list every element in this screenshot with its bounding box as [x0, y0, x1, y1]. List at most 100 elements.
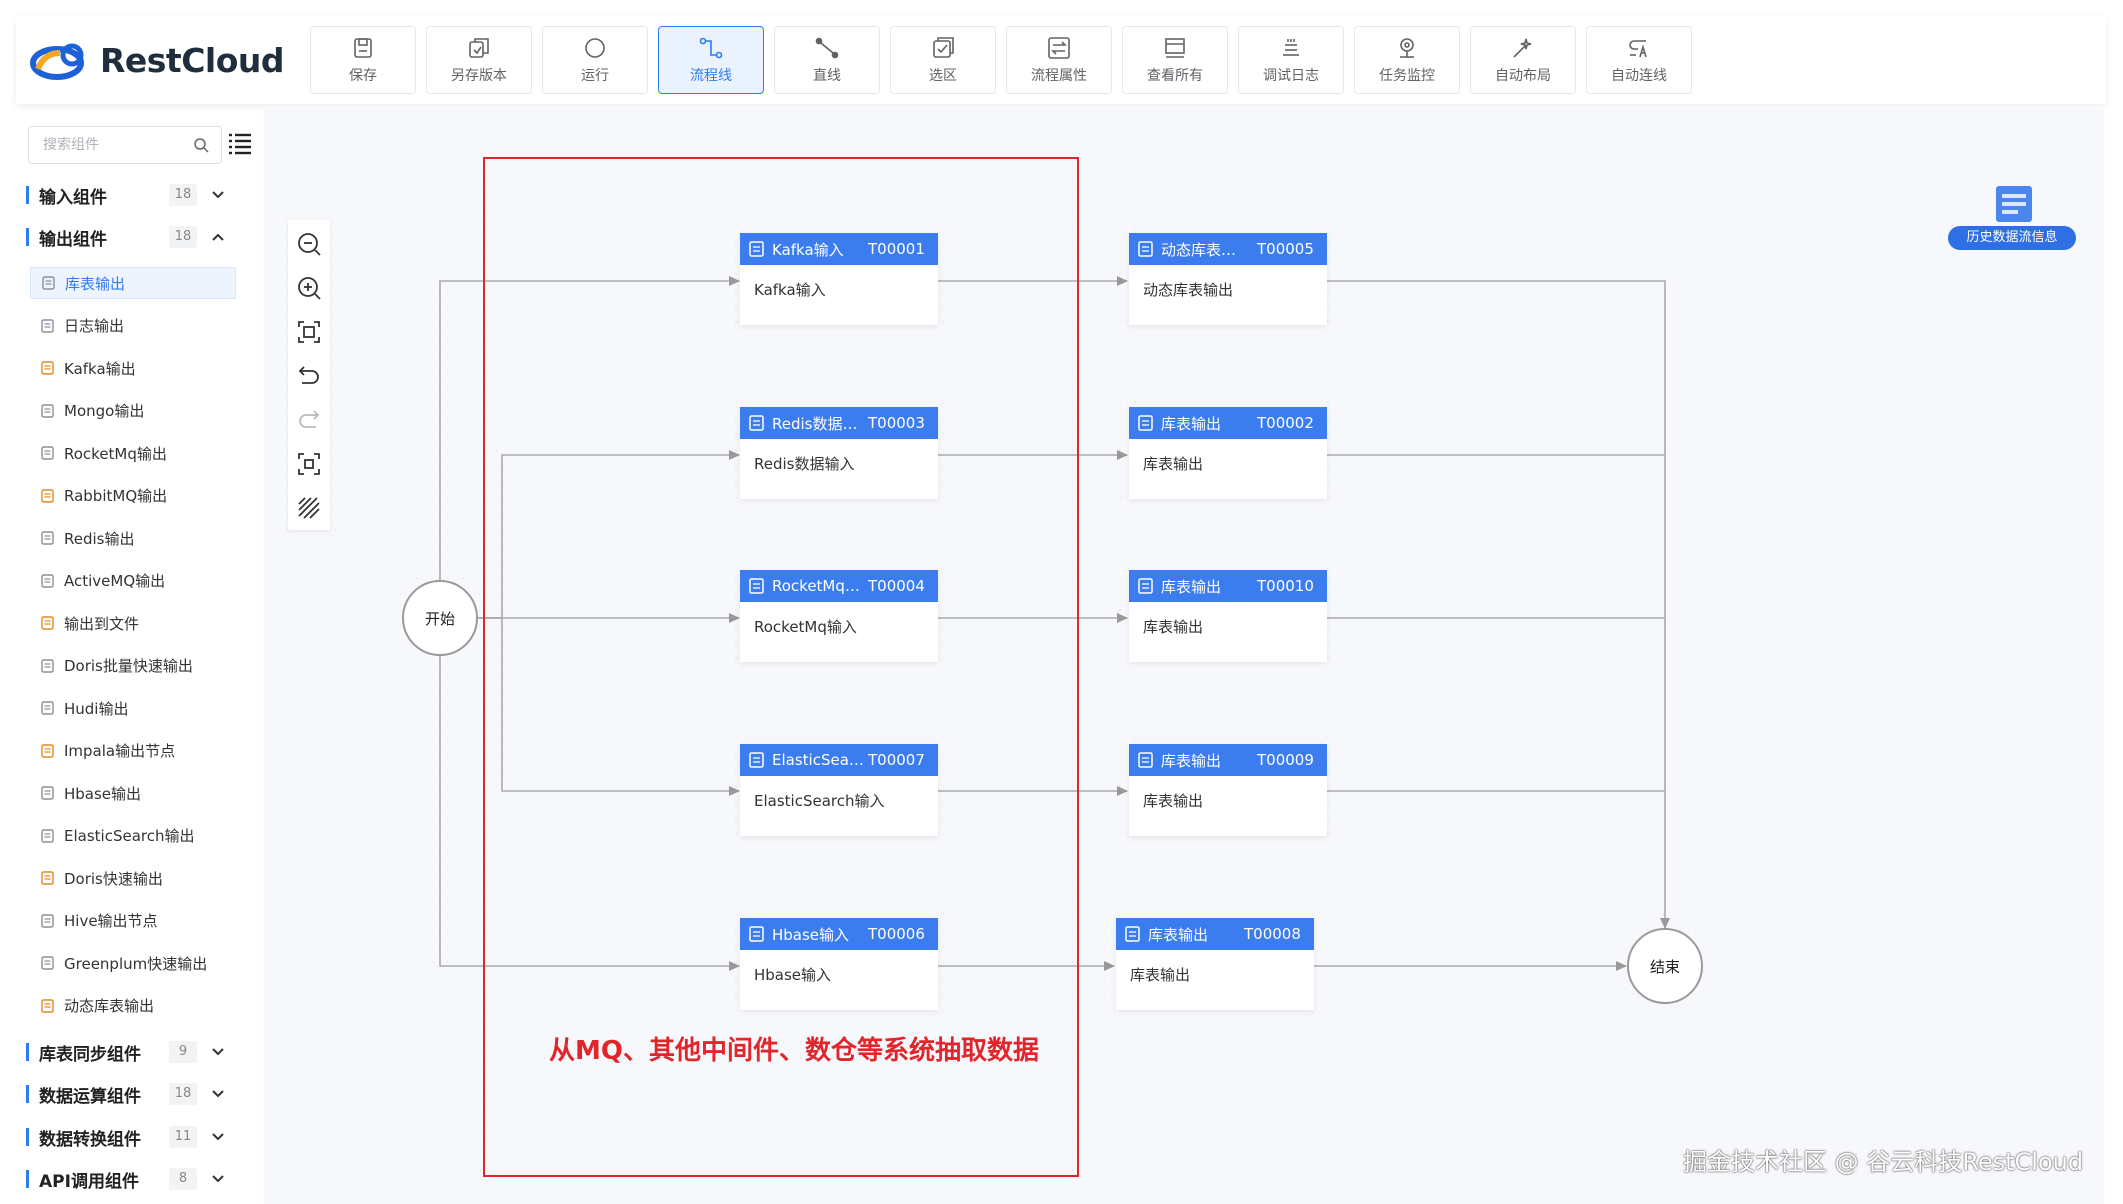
output-node[interactable]: 库表输出 T00002 库表输出 [1129, 407, 1327, 499]
output-item[interactable]: Hive输出节点 [30, 905, 236, 937]
select-area-label: 选区 [929, 68, 957, 84]
straight-line-button[interactable]: 直线 [774, 26, 880, 94]
chevron-down-icon[interactable] [211, 1174, 225, 1184]
search-icon[interactable] [193, 137, 209, 153]
end-node[interactable]: 结束 [1627, 928, 1703, 1004]
task-monitor-button[interactable]: 任务监控 [1354, 26, 1460, 94]
auto-connect-button[interactable]: 自动连线 [1586, 26, 1692, 94]
flowline-button[interactable]: 流程线 [658, 26, 764, 94]
output-item[interactable]: ActiveMQ输出 [30, 565, 236, 597]
output-node[interactable]: 库表输出 T00010 库表输出 [1129, 570, 1327, 662]
run-button[interactable]: 运行 [542, 26, 648, 94]
zoom-in-button[interactable] [295, 274, 323, 302]
start-node[interactable]: 开始 [402, 580, 478, 656]
group-data-operation-components[interactable]: 数据运算组件 18 [26, 1077, 252, 1111]
output-node[interactable]: 库表输出 T00008 库表输出 [1116, 918, 1314, 1010]
list-view-icon[interactable] [228, 132, 252, 156]
node-header[interactable]: 库表输出 T00009 [1129, 744, 1327, 776]
select-area-icon [933, 37, 954, 58]
node-id: T00010 [1257, 577, 1314, 595]
fit-view-icon [298, 321, 320, 343]
output-item-label: Hbase输出 [64, 784, 142, 803]
group-input-components[interactable]: 输入组件 18 [26, 178, 252, 212]
group-marker [26, 1128, 29, 1146]
redo-icon [299, 410, 320, 428]
node-header[interactable]: 动态库表… T00005 [1129, 233, 1327, 265]
rabbitmq-icon [38, 486, 58, 506]
hatch-grid-icon [298, 497, 320, 519]
history-dataflow-button[interactable]: 历史数据流信息 [1948, 180, 2076, 252]
group-name: 输入组件 [39, 187, 107, 208]
node-header[interactable]: 库表输出 T00010 [1129, 570, 1327, 602]
actual-size-button[interactable] [295, 450, 323, 478]
undo-button[interactable] [295, 362, 323, 390]
flow-properties-button[interactable]: 流程属性 [1006, 26, 1112, 94]
view-all-label: 查看所有 [1147, 68, 1203, 84]
doris-icon [38, 868, 58, 888]
fit-view-button[interactable] [295, 318, 323, 346]
output-item-label: Doris批量快速输出 [64, 657, 193, 675]
group-marker [26, 1085, 29, 1103]
group-data-transform-components[interactable]: 数据转换组件 11 [26, 1120, 252, 1154]
group-table-sync-components[interactable]: 库表同步组件 9 [26, 1035, 252, 1069]
group-output-components[interactable]: 输出组件 18 [26, 220, 252, 254]
node-id: T00009 [1257, 751, 1314, 769]
output-item[interactable]: Impala输出节点 [30, 735, 236, 767]
group-marker [26, 1043, 29, 1061]
output-item-label: Hudi输出 [64, 699, 129, 718]
output-item[interactable]: 库表输出 [30, 267, 236, 299]
output-item-label: 日志输出 [64, 317, 125, 335]
output-item-label: ElasticSearch输出 [64, 827, 195, 845]
output-item[interactable]: Hbase输出 [30, 777, 236, 809]
output-item-label: Impala输出节点 [64, 742, 176, 760]
output-item[interactable]: RocketMq输出 [30, 437, 236, 469]
search-input[interactable] [43, 137, 193, 153]
output-item[interactable]: Hudi输出 [30, 692, 236, 724]
node-header[interactable]: 库表输出 T00002 [1129, 407, 1327, 439]
save-button[interactable]: 保存 [310, 26, 416, 94]
output-item[interactable]: 动态库表输出 [30, 990, 236, 1022]
view-all-button[interactable]: 查看所有 [1122, 26, 1228, 94]
output-item[interactable]: ElasticSearch输出 [30, 820, 236, 852]
save-version-label: 另存版本 [451, 68, 507, 84]
chevron-up-icon[interactable] [211, 232, 225, 242]
output-item[interactable]: 日志输出 [30, 310, 236, 342]
mongo-icon [38, 401, 58, 421]
output-item[interactable]: RabbitMQ输出 [30, 480, 236, 512]
chevron-down-icon[interactable] [211, 190, 225, 200]
redo-button[interactable] [295, 406, 323, 434]
auto-layout-button[interactable]: 自动布局 [1470, 26, 1576, 94]
group-count-badge: 8 [169, 1168, 197, 1190]
output-item[interactable]: Redis输出 [30, 522, 236, 554]
output-item[interactable]: Kafka输出 [30, 352, 236, 384]
group-api-call-components[interactable]: API调用组件 8 [26, 1162, 252, 1196]
chevron-down-icon[interactable] [211, 1047, 225, 1057]
output-item-label: RabbitMQ输出 [64, 487, 168, 505]
group-count-badge: 9 [169, 1041, 197, 1063]
node-header[interactable]: 库表输出 T00008 [1116, 918, 1314, 950]
flow-properties-icon [1048, 37, 1070, 59]
chevron-down-icon[interactable] [211, 1132, 225, 1142]
zoom-out-button[interactable] [295, 230, 323, 258]
file-icon [38, 613, 58, 633]
chevron-down-icon[interactable] [211, 1089, 225, 1099]
debug-log-button[interactable]: 调试日志 [1238, 26, 1344, 94]
output-item[interactable]: 输出到文件 [30, 607, 236, 639]
group-name: 输出组件 [39, 229, 107, 250]
rocketmq-icon [38, 443, 58, 463]
output-node[interactable]: 动态库表… T00005 动态库表输出 [1129, 233, 1327, 325]
output-node[interactable]: 库表输出 T00009 库表输出 [1129, 744, 1327, 836]
grid-toggle-button[interactable] [295, 494, 323, 522]
output-item[interactable]: Mongo输出 [30, 395, 236, 427]
node-type-icon [1138, 241, 1153, 257]
output-item[interactable]: Greenplum快速输出 [30, 947, 236, 979]
kafka-icon [38, 358, 58, 378]
output-item-label: Redis输出 [64, 529, 135, 548]
undo-icon [298, 366, 319, 384]
output-item[interactable]: Doris快速输出 [30, 862, 236, 894]
save-version-button[interactable]: 另存版本 [426, 26, 532, 94]
output-item[interactable]: Doris批量快速输出 [30, 650, 236, 682]
node-title: 库表输出 [1161, 751, 1222, 770]
select-area-button[interactable]: 选区 [890, 26, 996, 94]
component-search[interactable] [28, 126, 222, 164]
